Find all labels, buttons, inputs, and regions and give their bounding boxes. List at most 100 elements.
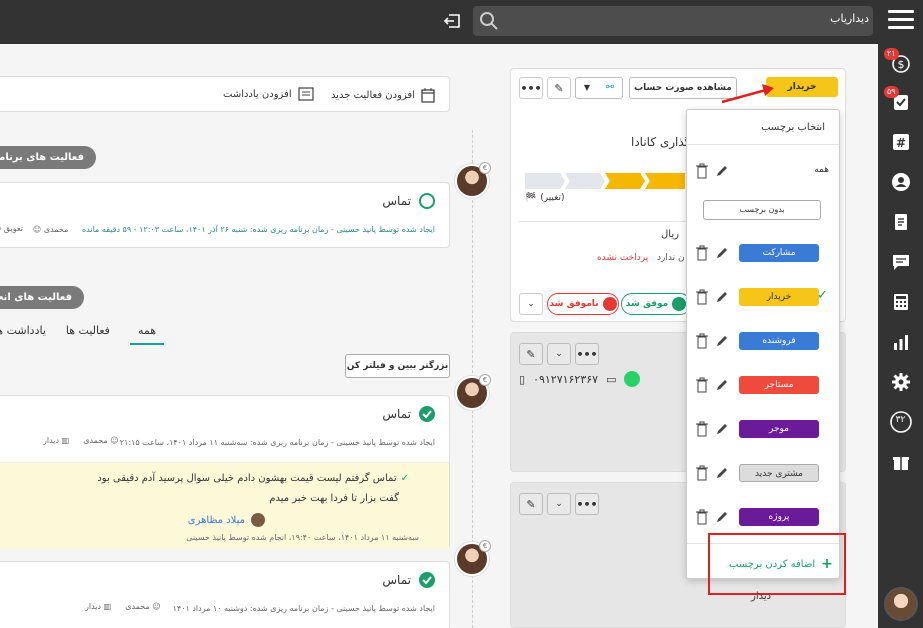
hamburger-menu-icon[interactable] xyxy=(888,10,914,32)
calendar-icon xyxy=(421,88,435,103)
todo-circle-icon[interactable] xyxy=(419,193,435,209)
owner-name: محمدی xyxy=(43,224,69,234)
pencil-icon[interactable] xyxy=(715,334,729,348)
rail-contacts[interactable] xyxy=(878,166,923,198)
more-button[interactable]: ••• xyxy=(519,77,543,99)
activity-title[interactable]: تماس xyxy=(382,407,411,421)
tag-pill[interactable]: مشتری جدید xyxy=(739,464,819,482)
buyer-tag-button[interactable]: خریدار xyxy=(766,77,838,97)
filter-button[interactable]: بزرگتر ببین و فیلتر کن xyxy=(345,354,450,378)
pencil-icon[interactable] xyxy=(715,290,729,304)
deal-options-dropdown[interactable]: ▼ ⚯ xyxy=(575,77,623,99)
mobile-icon: ▯ xyxy=(519,372,526,386)
tag-pill[interactable]: خریدار xyxy=(739,288,819,306)
won-button[interactable]: موفق شد xyxy=(621,293,691,315)
chart-icon xyxy=(893,335,908,350)
rail-gifts[interactable] xyxy=(878,446,923,478)
whatsapp-icon[interactable] xyxy=(624,371,641,387)
edit-deal-button[interactable]: ✎ xyxy=(547,77,571,99)
exit-icon[interactable] xyxy=(443,11,463,31)
pencil-icon[interactable] xyxy=(715,466,729,480)
chevron-down-icon: ▼ xyxy=(583,83,591,92)
note-icon xyxy=(297,87,314,101)
highlight-box xyxy=(708,533,846,595)
lost-button[interactable]: ناموفق شد xyxy=(547,293,619,315)
tag-pill[interactable]: فروشنده xyxy=(739,332,819,350)
company-chip[interactable]: دیدار ▥ xyxy=(43,436,69,445)
tab-all[interactable]: همه xyxy=(129,324,164,345)
tab-notes[interactable]: یادداشت ها xyxy=(0,324,46,345)
pencil-icon[interactable] xyxy=(715,246,729,260)
edit-company-button[interactable]: ✎ xyxy=(519,493,543,515)
owner-chip: محمدی ☺ xyxy=(125,602,161,611)
tag-dropdown: انتخاب برچسب همه بدون برچسب مشارکت خریدار… xyxy=(686,109,840,579)
trash-icon[interactable] xyxy=(695,333,709,349)
more-button[interactable]: ••• xyxy=(575,343,599,365)
no-tag-button[interactable]: بدون برچسب xyxy=(703,200,821,220)
mention-link[interactable]: میلاد مظاهری xyxy=(188,515,245,526)
pencil-icon[interactable] xyxy=(715,164,729,178)
trash-icon[interactable] xyxy=(695,289,709,305)
more-icon: ••• xyxy=(520,81,542,95)
rail-documents[interactable] xyxy=(878,206,923,238)
activity-title[interactable]: تماس xyxy=(382,573,411,587)
tag-pill[interactable]: پروژه xyxy=(739,508,819,526)
trash-icon[interactable] xyxy=(695,377,709,393)
rail-messages[interactable] xyxy=(878,246,923,278)
tag-row[interactable]: مشارکت xyxy=(687,242,841,266)
tag-pill[interactable]: مستاجر xyxy=(739,376,819,394)
add-activity-button[interactable]: افزودن فعالیت جدید xyxy=(331,87,435,103)
tag-row[interactable]: موجر xyxy=(687,418,841,442)
expand-button[interactable]: ⌄ xyxy=(547,343,571,365)
add-note-label: افزودن یادداشت xyxy=(223,88,292,100)
pencil-icon: ✎ xyxy=(554,81,564,95)
trash-icon[interactable] xyxy=(695,245,709,261)
tag-row[interactable]: مستاجر xyxy=(687,374,841,398)
unpaid-label: پرداخت نشده xyxy=(597,253,649,263)
trash-icon[interactable] xyxy=(695,163,709,179)
trash-icon[interactable] xyxy=(695,421,709,437)
expand-button[interactable]: ⌄ xyxy=(519,293,543,315)
pin-icon: € xyxy=(479,162,491,174)
change-stage-link[interactable]: 🏁 (تغییر) xyxy=(525,193,565,203)
more-button[interactable]: ••• xyxy=(575,493,599,515)
pipeline-stages[interactable] xyxy=(525,173,685,189)
tag-row[interactable]: فروشنده xyxy=(687,330,841,354)
postpone-label: تعویق xyxy=(3,224,23,233)
tag-row[interactable]: مشتری جدید xyxy=(687,462,841,486)
rail-counter[interactable]: ۳۲ xyxy=(878,406,923,438)
sms-icon[interactable]: ▭ xyxy=(606,373,616,386)
expand-button[interactable]: ⌄ xyxy=(547,493,571,515)
tag-row[interactable]: پروژه xyxy=(687,506,841,530)
pencil-icon[interactable] xyxy=(715,422,729,436)
rail-settings[interactable] xyxy=(878,366,923,398)
note-line-1: تماس گرفتم لیست قیمت بهشون دادم خیلی سوا… xyxy=(97,473,397,484)
tag-pill[interactable]: مشارکت xyxy=(739,244,819,262)
pencil-icon[interactable] xyxy=(715,378,729,392)
search-icon[interactable] xyxy=(479,11,499,31)
user-avatar[interactable] xyxy=(884,587,918,621)
rail-reports[interactable] xyxy=(878,326,923,358)
edit-contact-button[interactable]: ✎ xyxy=(519,343,543,365)
rail-hash[interactable]: # xyxy=(878,126,923,158)
deal-title: گذاری کانادا xyxy=(631,135,691,149)
trash-icon[interactable] xyxy=(695,465,709,481)
search-bar[interactable] xyxy=(473,6,873,36)
phone-number[interactable]: ۰۹۱۲۷۱۶۲۳۶۷ xyxy=(533,373,598,386)
postpone-chip[interactable]: تعویق ⏲ xyxy=(0,224,23,234)
trash-icon[interactable] xyxy=(695,509,709,525)
company-chip[interactable]: دیدار ▥ xyxy=(85,602,111,611)
svg-text:$: $ xyxy=(897,58,904,71)
activity-meta: ایجاد شده توسط پانیذ حسینی - زمان برنامه… xyxy=(81,225,435,234)
tag-row[interactable]: خریدار ✓ xyxy=(687,286,841,310)
more-icon: ••• xyxy=(576,347,598,361)
tag-row-all[interactable]: همه xyxy=(687,160,841,184)
rail-calculator[interactable] xyxy=(878,286,923,318)
tab-activities[interactable]: فعالیت ها xyxy=(66,324,110,345)
activity-title[interactable]: تماس xyxy=(382,194,411,208)
rail-tasks[interactable]: ۵۹ xyxy=(878,86,923,118)
pencil-icon[interactable] xyxy=(715,510,729,524)
tag-pill[interactable]: موجر xyxy=(739,420,819,438)
add-note-button[interactable]: افزودن یادداشت xyxy=(223,87,314,101)
rail-money[interactable]: $ ۲۱ xyxy=(878,48,923,80)
